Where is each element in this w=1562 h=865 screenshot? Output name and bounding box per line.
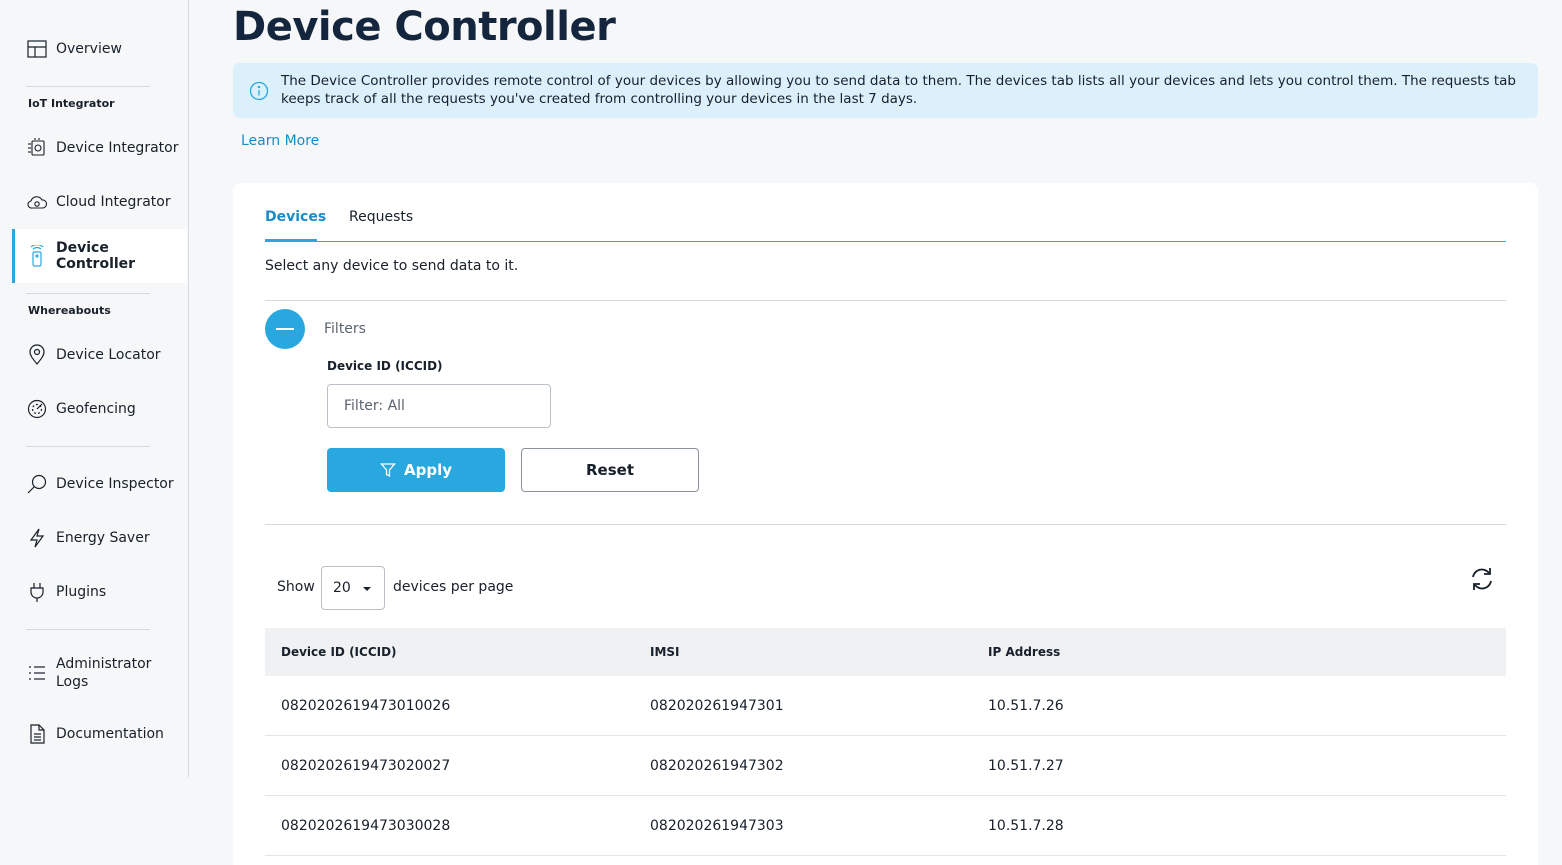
show-label: Show bbox=[277, 579, 315, 595]
map-pin-icon bbox=[26, 344, 48, 366]
sidebar-item-plugins[interactable]: Plugins bbox=[12, 565, 187, 619]
cell-imsi: 082020261947303 bbox=[650, 817, 784, 834]
sidebar-item-admin-logs[interactable]: Administrator Logs bbox=[12, 646, 187, 700]
sidebar-item-device-controller[interactable]: Device Controller bbox=[12, 229, 187, 283]
cell-ip: 10.51.7.27 bbox=[988, 757, 1064, 774]
layout-icon bbox=[26, 38, 48, 60]
column-header-imsi[interactable]: IMSI bbox=[650, 628, 680, 676]
info-icon bbox=[249, 81, 269, 101]
tab-bar: Devices Requests bbox=[265, 209, 1506, 242]
device-id-filter-input[interactable] bbox=[327, 384, 551, 428]
list-icon bbox=[26, 662, 48, 684]
plug-icon bbox=[26, 581, 48, 603]
cell-iccid: 0820202619473010026 bbox=[281, 697, 451, 714]
select-hint: Select any device to send data to it. bbox=[265, 258, 519, 274]
column-header-ip[interactable]: IP Address bbox=[988, 628, 1060, 676]
magnifier-icon bbox=[26, 473, 48, 495]
refresh-icon bbox=[1472, 568, 1492, 590]
radar-icon bbox=[26, 398, 48, 420]
sidebar-item-label: Energy Saver bbox=[56, 530, 150, 546]
sidebar-section-whereabouts: Whereabouts bbox=[28, 304, 111, 317]
devices-card: Devices Requests Select any device to se… bbox=[233, 183, 1538, 865]
sidebar: Overview IoT Integrator Device Integrato… bbox=[0, 0, 189, 777]
sidebar-item-label: Device Integrator bbox=[56, 140, 179, 156]
tab-requests[interactable]: Requests bbox=[349, 209, 413, 241]
remote-control-icon bbox=[26, 245, 48, 267]
sidebar-item-label: Device Locator bbox=[56, 347, 161, 363]
page-title: Device Controller bbox=[233, 4, 616, 50]
sidebar-item-geofencing[interactable]: Geofencing bbox=[12, 382, 187, 436]
sidebar-item-label: Overview bbox=[56, 41, 122, 57]
tab-devices[interactable]: Devices bbox=[265, 209, 326, 242]
per-page-label: devices per page bbox=[393, 579, 514, 595]
filter-icon bbox=[380, 463, 396, 478]
sidebar-item-label: Administrator Logs bbox=[56, 656, 152, 690]
cell-imsi: 082020261947301 bbox=[650, 697, 784, 714]
sidebar-item-energy-saver[interactable]: Energy Saver bbox=[12, 511, 187, 565]
apply-button[interactable]: Apply bbox=[327, 448, 505, 492]
lightning-icon bbox=[26, 527, 48, 549]
sidebar-item-overview[interactable]: Overview bbox=[12, 22, 187, 76]
minus-icon bbox=[276, 328, 294, 330]
sidebar-section-iot: IoT Integrator bbox=[28, 97, 115, 110]
sidebar-item-label: Cloud Integrator bbox=[56, 194, 171, 210]
table-row[interactable]: 0820202619473030028 082020261947303 10.5… bbox=[265, 796, 1506, 856]
sidebar-item-label: Geofencing bbox=[56, 401, 136, 417]
cell-ip: 10.51.7.28 bbox=[988, 817, 1064, 834]
per-page-select[interactable]: 20 bbox=[321, 566, 385, 610]
sidebar-item-label: Device Inspector bbox=[56, 476, 174, 492]
sidebar-divider bbox=[26, 629, 150, 630]
per-page-value: 20 bbox=[333, 580, 351, 596]
sidebar-divider bbox=[26, 446, 150, 447]
refresh-button[interactable] bbox=[1466, 563, 1498, 595]
sidebar-divider bbox=[26, 293, 150, 294]
cell-imsi: 082020261947302 bbox=[650, 757, 784, 774]
sidebar-item-device-inspector[interactable]: Device Inspector bbox=[12, 457, 187, 511]
sidebar-item-documentation[interactable]: Documentation bbox=[12, 707, 187, 761]
cell-iccid: 0820202619473030028 bbox=[281, 817, 451, 834]
table-row[interactable]: 0820202619473010026 082020261947301 10.5… bbox=[265, 676, 1506, 736]
sidebar-item-device-integrator[interactable]: Device Integrator bbox=[12, 121, 187, 175]
cell-iccid: 0820202619473020027 bbox=[281, 757, 451, 774]
sidebar-item-cloud-integrator[interactable]: Cloud Integrator bbox=[12, 175, 187, 229]
document-icon bbox=[26, 723, 48, 745]
filters-label: Filters bbox=[324, 321, 366, 337]
sidebar-item-device-locator[interactable]: Device Locator bbox=[12, 328, 187, 382]
cloud-gear-icon bbox=[26, 191, 48, 213]
info-text: The Device Controller provides remote co… bbox=[281, 73, 1516, 107]
table-row[interactable]: 0820202619473020027 082020261947302 10.5… bbox=[265, 736, 1506, 796]
column-header-iccid[interactable]: Device ID (ICCID) bbox=[281, 628, 397, 676]
info-banner: The Device Controller provides remote co… bbox=[233, 63, 1538, 118]
sidebar-divider bbox=[26, 86, 150, 87]
sidebar-item-label: Documentation bbox=[56, 726, 164, 742]
learn-more-link[interactable]: Learn More bbox=[241, 133, 319, 149]
collapse-filters-button[interactable] bbox=[265, 309, 305, 349]
divider bbox=[265, 524, 1506, 525]
reset-button[interactable]: Reset bbox=[521, 448, 699, 492]
cell-ip: 10.51.7.26 bbox=[988, 697, 1064, 714]
caret-down-icon bbox=[363, 587, 371, 591]
sidebar-item-label: Plugins bbox=[56, 584, 107, 600]
device-gear-icon bbox=[26, 137, 48, 159]
divider bbox=[265, 300, 1506, 301]
apply-label: Apply bbox=[403, 461, 452, 479]
devices-table: Device ID (ICCID) IMSI IP Address 082020… bbox=[265, 628, 1506, 856]
device-id-label: Device ID (ICCID) bbox=[327, 359, 443, 373]
table-header: Device ID (ICCID) IMSI IP Address bbox=[265, 628, 1506, 676]
sidebar-item-label: Device Controller bbox=[56, 240, 136, 272]
